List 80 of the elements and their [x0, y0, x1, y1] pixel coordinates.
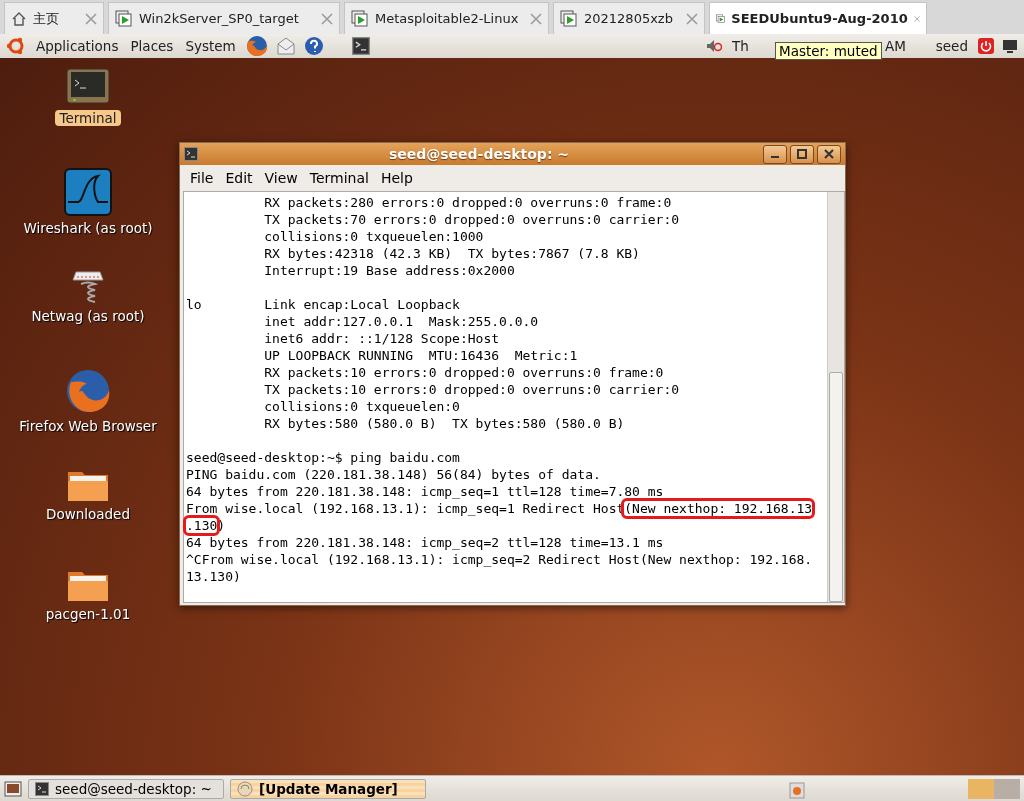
terminal-line: RX bytes:580 (580.0 B) TX bytes:580 (580.0 B) [263, 416, 625, 431]
highlighted-output: (New nexthop: 192.168.13 [624, 501, 813, 516]
menu-item[interactable]: Help [376, 170, 417, 186]
desktop-icon-label[interactable]: Wireshark (as root) [19, 220, 157, 236]
terminal-icon [35, 781, 49, 796]
terminal-line: collisions:0 txqueuelen:0 [263, 399, 460, 414]
minimize-icon [771, 156, 779, 158]
vm-icon [560, 9, 578, 28]
panel-menu[interactable]: Applications [34, 38, 121, 54]
update-icon [237, 780, 253, 797]
globe-fox-icon[interactable] [245, 35, 268, 57]
terminal-line: UP LOOPBACK RUNNING MTU:16436 Metric:1 [263, 348, 578, 363]
desktop-icon-label[interactable]: Terminal [55, 110, 121, 126]
terminal-line: TX packets:10 errors:0 dropped:0 overruns:0 carrier:0 [263, 382, 680, 397]
browser-tab[interactable]: SEEDUbuntu9-Aug-2010 [709, 2, 927, 34]
close-icon[interactable] [85, 12, 97, 25]
menu-item[interactable]: Edit [221, 170, 257, 186]
desktop-icon-label[interactable]: Firefox Web Browser [15, 418, 161, 434]
vm-icon [115, 9, 133, 28]
close-icon[interactable] [530, 12, 542, 25]
taskbar-button[interactable]: seed@seed-desktop: ~ [28, 778, 224, 799]
browser-tab[interactable]: Metasploitable2-Linux [344, 2, 549, 34]
terminal-line: collisions:0 txqueuelen:1000 [263, 229, 484, 244]
ubuntu-logo-icon[interactable] [6, 36, 26, 56]
terminal-line: RX bytes:42318 (42.3 KB) TX bytes:7867 (7.8 KB) [263, 246, 640, 261]
terminal-line: RX packets:280 errors:0 dropped:0 overruns:0 frame:0 [263, 195, 672, 210]
panel-menu[interactable]: Places [128, 38, 176, 54]
globe-fox-icon [65, 368, 111, 414]
close-button[interactable] [817, 144, 841, 164]
desktop-icon[interactable] [4, 779, 22, 798]
terminal-line: ) [217, 518, 226, 533]
maximize-icon [797, 149, 807, 159]
terminal-line: TX packets:70 errors:0 dropped:0 overruns:0 carrier:0 [263, 212, 680, 227]
terminal-line: lo Link encap:Local Loopback [186, 297, 460, 312]
spring-icon [71, 268, 105, 304]
user-name[interactable]: seed [933, 38, 970, 54]
terminal-icon [351, 37, 370, 55]
envelope-icon[interactable] [275, 36, 296, 56]
vm-icon [351, 9, 369, 28]
minimize-button[interactable] [763, 144, 787, 164]
workspace[interactable] [994, 778, 1020, 799]
terminal-line: Interrupt:19 Base address:0x2000 [263, 263, 515, 278]
terminal-line: inet6 addr: ::1/128 Scope:Host [263, 331, 500, 346]
terminal-icon [66, 68, 110, 106]
clock-text[interactable]: Th [730, 38, 751, 54]
menu-item[interactable]: View [260, 170, 302, 186]
terminal-line: ^CFrom wise.local (192.168.13.1): icmp_seq=2 Redirect Host(New nexthop: 192.168. [186, 552, 813, 567]
terminal-line: PING baidu.com (220.181.38.148) 56(84) bytes of data. [186, 467, 601, 482]
home-icon [11, 10, 27, 27]
panel-menu[interactable]: System [183, 38, 238, 54]
menu-item[interactable]: Terminal [305, 170, 373, 186]
terminal-line: seed@seed-desktop:~$ ping baidu.com [186, 450, 460, 465]
close-icon [824, 149, 834, 159]
browser-tab[interactable]: 20212805xzb [553, 2, 705, 34]
window-title: seed@seed-desktop: ~ [387, 146, 571, 162]
terminal-line: 64 bytes from 220.181.38.148: icmp_seq=1 ttl=128 time=7.80 ms [186, 484, 664, 499]
highlighted-output: .130 [186, 518, 218, 533]
menu-item[interactable]: File [186, 170, 218, 186]
terminal-line: RX packets:10 errors:0 dropped:0 overruns:0 frame:0 [263, 365, 664, 380]
taskbar-button[interactable]: [Update Manager] [230, 778, 426, 799]
browser-tab[interactable]: Win2kServer_SP0_target [108, 2, 340, 34]
desktop-icon-label[interactable]: Netwag (as root) [27, 308, 149, 324]
maximize-button[interactable] [790, 144, 814, 164]
terminal-icon [184, 147, 198, 161]
terminal-line: 64 bytes from 220.181.38.148: icmp_seq=2 ttl=128 time=13.1 ms [186, 535, 664, 550]
monitor-icon[interactable] [1002, 38, 1018, 54]
tooltip: Master: muted [775, 42, 882, 60]
browser-tab[interactable]: 主页 [4, 2, 104, 34]
scrollbar[interactable] [827, 192, 844, 602]
close-icon[interactable] [686, 12, 698, 25]
terminal-line: 13.130) [186, 569, 241, 584]
terminal-line: inet addr:127.0.0.1 Mask:255.0.0.0 [263, 314, 539, 329]
help-icon[interactable] [303, 36, 324, 56]
close-icon[interactable] [321, 12, 333, 25]
power-icon[interactable] [978, 38, 994, 54]
speaker-muted-icon[interactable] [706, 38, 723, 54]
desktop-icon-label[interactable]: pacgen-1.01 [41, 606, 135, 622]
desktop-icon-label[interactable]: Downloaded [42, 506, 134, 522]
clock-text[interactable]: AM [882, 38, 908, 54]
shark-fin-icon [64, 168, 112, 216]
